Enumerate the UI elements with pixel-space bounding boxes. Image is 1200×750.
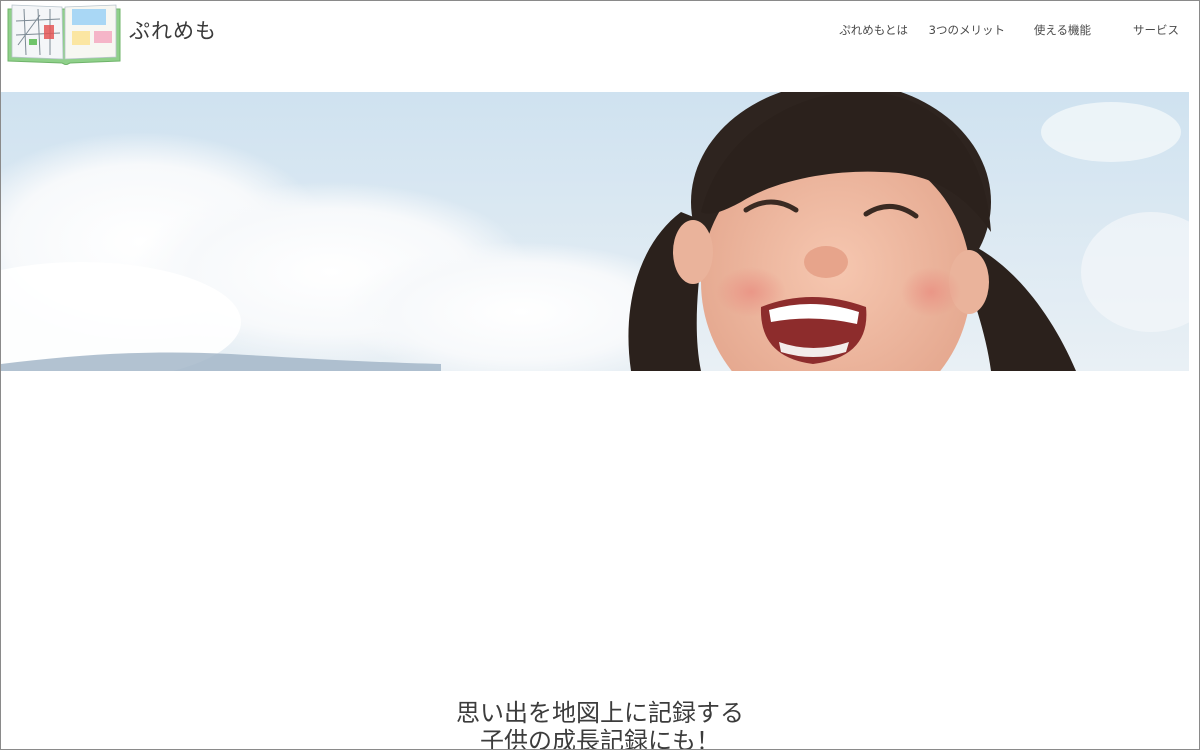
tagline-line-1: 思い出を地図上に記録する: [456, 699, 744, 727]
nav-item-service[interactable]: サービス: [1133, 22, 1179, 38]
page: ぷれめも ぷれめもとは 3つのメリット 使える機能 サービス 思い出を地図上に記…: [0, 0, 1200, 750]
site-header: ぷれめも ぷれめもとは 3つのメリット 使える機能 サービス: [1, 1, 1199, 91]
open-book-map-icon[interactable]: [6, 1, 122, 65]
nav-item-merits[interactable]: 3つのメリット: [929, 22, 1005, 38]
tagline: 思い出を地図上に記録する 子供の成長記録にも！: [1, 699, 1199, 750]
nav-item-about[interactable]: ぷれめもとは: [839, 22, 908, 38]
smiling-girl-photo: [1, 92, 1189, 371]
hero-image: [1, 92, 1189, 371]
tagline-line-2: 子供の成長記録にも！: [480, 727, 720, 750]
brand-name[interactable]: ぷれめも: [129, 15, 217, 45]
nav-item-features[interactable]: 使える機能: [1034, 22, 1091, 38]
